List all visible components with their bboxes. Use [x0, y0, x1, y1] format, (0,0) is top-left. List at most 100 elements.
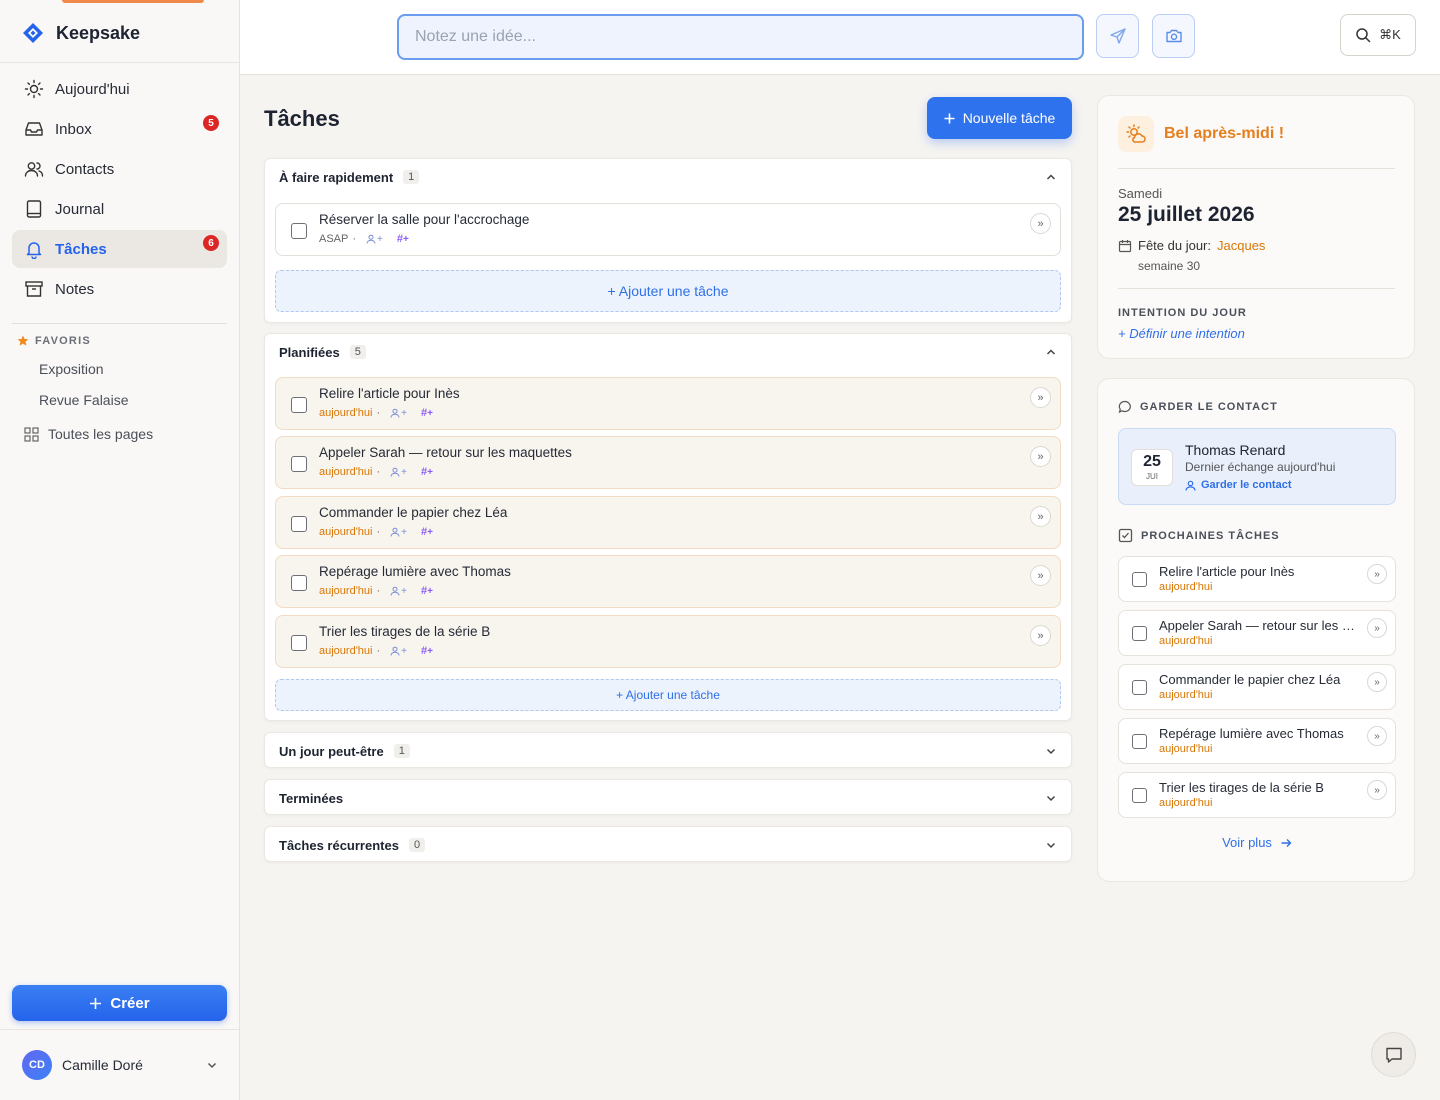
nav-item-journal[interactable]: Journal [12, 190, 227, 228]
open-task-icon[interactable]: » [1030, 625, 1051, 646]
section-someday[interactable]: Un jour peut-être 1 [264, 732, 1072, 768]
set-intention-link[interactable]: + Définir une intention [1118, 326, 1245, 341]
camera-icon [1165, 27, 1183, 45]
assign-user-icon[interactable]: + [390, 408, 407, 419]
open-task-icon[interactable]: » [1030, 387, 1051, 408]
chevron-down-icon[interactable] [1045, 792, 1057, 804]
section-header[interactable]: À faire rapidement 1 [279, 159, 420, 195]
open-task-icon[interactable]: » [1367, 672, 1387, 692]
chevron-down-icon[interactable] [1045, 745, 1057, 757]
users-icon [24, 159, 44, 179]
upcoming-task[interactable]: Commander le papier chez Léa aujourd'hui… [1118, 664, 1396, 710]
task-item[interactable]: Réserver la salle pour l'accrochage ASAP… [275, 203, 1061, 256]
assign-user-icon[interactable]: + [390, 467, 407, 478]
message-icon [1384, 1045, 1404, 1065]
main-nav: Aujourd'hui Inbox 5 Contacts Journal Tâc… [12, 70, 227, 310]
task-checkbox[interactable] [1132, 572, 1147, 587]
upcoming-task[interactable]: Relire l'article pour Inès aujourd'hui » [1118, 556, 1396, 602]
task-checkbox[interactable] [291, 223, 307, 239]
section-quick: À faire rapidement 1 Réserver la salle p… [264, 158, 1072, 323]
new-task-button[interactable]: Nouvelle tâche [927, 97, 1072, 139]
arrow-right-icon [1280, 837, 1292, 849]
task-item[interactable]: Relire l'article pour Inès aujourd'hui · … [275, 377, 1061, 430]
assign-user-icon[interactable]: + [366, 234, 383, 245]
chevron-down-icon[interactable] [1045, 839, 1057, 851]
section-count: 5 [349, 345, 366, 359]
open-task-icon[interactable]: » [1367, 564, 1387, 584]
task-due: ASAP [319, 233, 349, 245]
favorite-item[interactable]: Exposition [39, 361, 104, 377]
add-tag-icon[interactable]: #+ [397, 233, 409, 245]
nav-item-tasks[interactable]: Tâches 6 [12, 230, 227, 268]
assign-user-icon[interactable]: + [390, 586, 407, 597]
chat-button[interactable] [1371, 1032, 1416, 1077]
task-item[interactable]: Repérage lumière avec Thomas aujourd'hui… [275, 555, 1061, 608]
top-bar: ⌘K [240, 0, 1440, 75]
nav-item-today[interactable]: Aujourd'hui [12, 70, 227, 108]
task-checkbox[interactable] [291, 456, 307, 472]
section-header: Terminées [279, 790, 344, 806]
feast-saint[interactable]: Jacques [1217, 238, 1265, 253]
nav-item-contacts[interactable]: Contacts [12, 150, 227, 188]
open-task-icon[interactable]: » [1367, 726, 1387, 746]
task-checkbox[interactable] [1132, 734, 1147, 749]
open-task-icon[interactable]: » [1030, 446, 1051, 467]
favorite-item[interactable]: Revue Falaise [39, 392, 129, 408]
task-item[interactable]: Trier les tirages de la série B aujourd'… [275, 615, 1061, 668]
upcoming-task[interactable]: Repérage lumière avec Thomas aujourd'hui… [1118, 718, 1396, 764]
chevron-up-icon[interactable] [1045, 171, 1057, 183]
task-checkbox[interactable] [1132, 788, 1147, 803]
task-title: Appeler Sarah — retour sur les maquettes [1159, 618, 1359, 633]
add-task-button[interactable]: + Ajouter une tâche [275, 270, 1061, 312]
add-task-button[interactable]: + Ajouter une tâche [275, 679, 1061, 711]
task-title: Trier les tirages de la série B [319, 624, 491, 639]
bell-icon [24, 239, 44, 259]
nav-item-inbox[interactable]: Inbox 5 [12, 110, 227, 148]
divider [1118, 168, 1395, 169]
add-tag-icon[interactable]: #+ [421, 407, 433, 419]
sun-icon [24, 79, 44, 99]
user-menu[interactable]: CD Camille Doré [22, 1050, 218, 1080]
task-due: aujourd'hui [1159, 743, 1213, 755]
quick-note-input[interactable] [397, 14, 1084, 60]
open-task-icon[interactable]: » [1030, 213, 1051, 234]
task-checkbox[interactable] [1132, 626, 1147, 641]
create-button[interactable]: Créer [12, 985, 227, 1021]
open-task-icon[interactable]: » [1367, 618, 1387, 638]
see-more-link[interactable]: Voir plus [1098, 835, 1416, 850]
task-item[interactable]: Appeler Sarah — retour sur les maquettes… [275, 436, 1061, 489]
add-tag-icon[interactable]: #+ [421, 585, 433, 597]
task-checkbox[interactable] [291, 635, 307, 651]
open-task-icon[interactable]: » [1367, 780, 1387, 800]
task-checkbox[interactable] [291, 575, 307, 591]
add-tag-icon[interactable]: #+ [421, 526, 433, 538]
upcoming-task[interactable]: Appeler Sarah — retour sur les maquettes… [1118, 610, 1396, 656]
section-recurring[interactable]: Tâches récurrentes 0 [264, 826, 1072, 862]
camera-button[interactable] [1152, 14, 1195, 58]
assign-user-icon[interactable]: + [390, 646, 407, 657]
add-tag-icon[interactable]: #+ [421, 645, 433, 657]
brand[interactable]: Keepsake [22, 20, 140, 46]
open-task-icon[interactable]: » [1030, 506, 1051, 527]
section-count: 1 [393, 744, 410, 758]
favorites-header: FAVORIS [17, 335, 91, 347]
search-button[interactable]: ⌘K [1340, 14, 1416, 56]
task-checkbox[interactable] [291, 397, 307, 413]
chevron-up-icon[interactable] [1045, 346, 1057, 358]
assign-user-icon[interactable]: + [390, 527, 407, 538]
all-pages-link[interactable]: Toutes les pages [24, 426, 153, 442]
keep-contact-link[interactable]: Garder le contact [1185, 479, 1291, 491]
add-tag-icon[interactable]: #+ [421, 466, 433, 478]
send-button[interactable] [1096, 14, 1139, 58]
task-item[interactable]: Commander le papier chez Léa aujourd'hui… [275, 496, 1061, 549]
section-header[interactable]: Planifiées 5 [279, 334, 366, 370]
nav-item-notes[interactable]: Notes [12, 270, 227, 308]
archive-icon [24, 279, 44, 299]
task-checkbox[interactable] [1132, 680, 1147, 695]
section-done[interactable]: Terminées [264, 779, 1072, 815]
task-meta: aujourd'hui · + #+ [319, 585, 433, 597]
task-checkbox[interactable] [291, 516, 307, 532]
contact-card[interactable]: 25 JUI Thomas Renard Dernier échange auj… [1118, 428, 1396, 505]
open-task-icon[interactable]: » [1030, 565, 1051, 586]
upcoming-task[interactable]: Trier les tirages de la série B aujourd'… [1118, 772, 1396, 818]
